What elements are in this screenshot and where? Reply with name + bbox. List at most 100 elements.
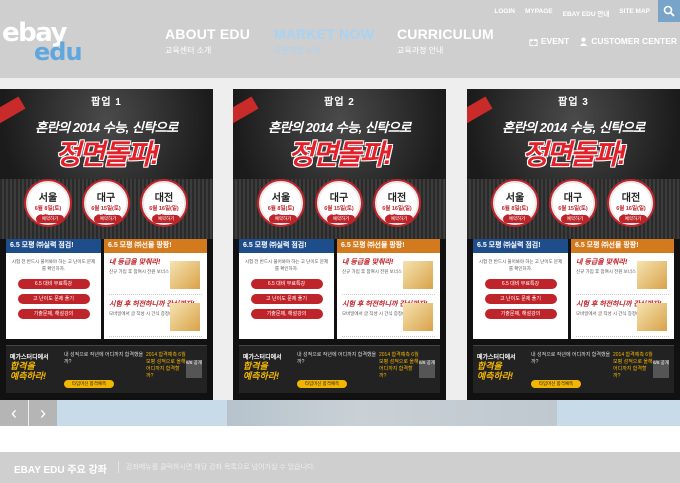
gift-box: 6.5 모평 ㈜선물 팡팡! 내 등급을 맞춰라! 신규 가입 후 참여시 전원… bbox=[571, 239, 674, 339]
gift-item[interactable]: 내 등급을 맞춰라! 신규 가입 후 참여시 전원 보너스 머니 2만원! bbox=[109, 257, 202, 295]
reserve-button[interactable]: 예약하기 bbox=[327, 215, 355, 223]
reserve-button[interactable]: 예약하기 bbox=[36, 215, 64, 223]
reserve-button[interactable]: 예약하기 bbox=[503, 215, 531, 223]
nav-curriculum[interactable]: CURRICULUM 교육과정 안내 bbox=[397, 26, 494, 56]
reserve-button[interactable]: 예약하기 bbox=[385, 215, 413, 223]
city-name: 대전 bbox=[387, 193, 407, 204]
city-name: 서울 bbox=[38, 193, 58, 204]
mypage-link[interactable]: MYPAGE bbox=[525, 8, 553, 18]
skill-check-text: 시험 전 반드시 풀어봐야 하는 고 난이도 문제를 확인하자. bbox=[244, 259, 329, 271]
city-name: 대전 bbox=[154, 193, 174, 204]
nav-subtitle: 교육센터 소개 bbox=[165, 46, 212, 55]
carousel-strip bbox=[57, 400, 680, 426]
snack-image bbox=[170, 303, 200, 331]
nav-title: CURRICULUM bbox=[397, 26, 494, 42]
gift-item[interactable]: 시험 후 허전하니까 간식까자! 모바일에서 글 작성 시 간식 증정! bbox=[576, 299, 669, 337]
gift-icon bbox=[529, 38, 538, 46]
poster-headline: 정면돌파! bbox=[522, 139, 626, 170]
skill-check-title: 6.5 모평 ㈜실력 점검! bbox=[239, 239, 334, 253]
free-lecture-button[interactable]: 6.5 대비 무료특강 bbox=[484, 278, 557, 289]
utility-links: LOGIN MYPAGE EBAY EDU 안내 SITE MAP bbox=[494, 8, 650, 18]
city-daegu: 대구 6월 15일(토) 오후 2시 예약하기 bbox=[317, 181, 361, 225]
gift-item[interactable]: 시험 후 허전하니까 간식까자! 모바일에서 글 작성 시 간식 증정! bbox=[342, 299, 435, 337]
login-link[interactable]: LOGIN bbox=[494, 8, 515, 18]
popup-1[interactable]: 팝업 1 혼란의 2014 수능, 신탁으로 정면돌파! 서울 6월 8일(토)… bbox=[0, 89, 213, 400]
reserve-button[interactable]: 예약하기 bbox=[152, 215, 180, 223]
reserve-button[interactable]: 예약하기 bbox=[94, 215, 122, 223]
prediction-headline: 합격을 예측하라! bbox=[477, 361, 514, 381]
divider bbox=[118, 461, 119, 473]
city-name: 대구 bbox=[96, 193, 116, 204]
megastudy-label: 메가스터디에서 bbox=[10, 355, 49, 361]
megastudy-label: 메가스터디에서 bbox=[477, 355, 516, 361]
search-icon bbox=[663, 5, 675, 17]
city-date: 6월 15일(토) bbox=[91, 206, 121, 212]
prediction-question: 내 성적으로 작년에 어디까지 합격했을까? bbox=[64, 352, 144, 365]
snack-image bbox=[403, 303, 433, 331]
hard-problems-button[interactable]: 고 난이도 문제 풀기 bbox=[484, 293, 557, 304]
site-header: ebay edu ABOUT EDU 교육센터 소개 MARKET NOW 오픈… bbox=[0, 0, 680, 78]
popup-label: 팝업 1 bbox=[91, 97, 122, 108]
skill-check-text: 시험 전 반드시 풀어봐야 하는 고 난이도 문제를 확인하자. bbox=[11, 259, 96, 271]
time-machine-button[interactable]: 타임머신 합격예측 bbox=[297, 380, 347, 388]
city-date: 6월 8일(토) bbox=[267, 206, 295, 212]
gift-image bbox=[637, 261, 667, 289]
prediction-banner: 메가스터디에서 합격을 예측하라! 내 성적으로 작년에 어디까지 합격했을까?… bbox=[6, 345, 207, 393]
reserve-button[interactable]: 예약하기 bbox=[269, 215, 297, 223]
nav-about-edu[interactable]: ABOUT EDU 교육센터 소개 bbox=[165, 26, 250, 56]
prediction-question: 내 성적으로 작년에 어디까지 합격했을까? bbox=[297, 352, 377, 365]
reserve-button[interactable]: 예약하기 bbox=[561, 215, 589, 223]
ebay-edu-logo[interactable]: ebay edu bbox=[0, 12, 83, 66]
past-exams-button[interactable]: 기출문제, 해설강의 bbox=[484, 308, 557, 319]
snack-image bbox=[637, 303, 667, 331]
city-date: 6월 16일(일) bbox=[149, 206, 179, 212]
city-name: 서울 bbox=[271, 193, 291, 204]
prediction-question: 내 성적으로 작년에 어디까지 합격했을까? bbox=[531, 352, 611, 365]
city-daegu: 대구 6월 15일(토) 오후 2시 예약하기 bbox=[551, 181, 595, 225]
gift-item[interactable]: 내 등급을 맞춰라! 신규 가입 후 참여시 전원 보너스 머니 2만원! bbox=[342, 257, 435, 295]
city-date: 6월 15일(토) bbox=[324, 206, 354, 212]
skill-check-box: 6.5 모평 ㈜실력 점검! 시험 전 반드시 풀어봐야 하는 고 난이도 문제… bbox=[473, 239, 568, 339]
carousel-next-button[interactable]: › bbox=[29, 400, 57, 426]
event-link[interactable]: EVENT bbox=[529, 36, 569, 46]
gift-box: 6.5 모평 ㈜선물 팡팡! 내 등급을 맞춰라! 신규 가입 후 참여시 전원… bbox=[104, 239, 207, 339]
reserve-button[interactable]: 예약하기 bbox=[619, 215, 647, 223]
search-button[interactable] bbox=[658, 0, 680, 22]
popup-label: 팝업 2 bbox=[324, 97, 355, 108]
city-date: 6월 16일(일) bbox=[616, 206, 646, 212]
gift-item[interactable]: 시험 후 허전하니까 간식까자! 모바일에서 글 작성 시 간식 증정! bbox=[109, 299, 202, 337]
popup-3[interactable]: 팝업 3 혼란의 2014 수능, 신탁으로 정면돌파! 서울 6월 8일(토)… bbox=[467, 89, 680, 400]
chevron-left-icon: ‹ bbox=[11, 402, 17, 423]
city-name: 대구 bbox=[563, 193, 583, 204]
city-daejeon: 대전 6월 16일(일) 오후 1시 예약하기 bbox=[609, 181, 653, 225]
gift-title: 6.5 모평 ㈜선물 팡팡! bbox=[337, 239, 440, 253]
sitemap-link[interactable]: SITE MAP bbox=[619, 8, 650, 18]
city-date: 6월 8일(토) bbox=[34, 206, 62, 212]
past-exams-button[interactable]: 기출문제, 해설강의 bbox=[17, 308, 90, 319]
poster-headline: 정면돌파! bbox=[288, 139, 392, 170]
time-machine-button[interactable]: 타임머신 합격예측 bbox=[64, 380, 114, 388]
ebay-edu-guide-link[interactable]: EBAY EDU 안내 bbox=[563, 8, 610, 18]
sub-links: EVENT CUSTOMER CENTER bbox=[529, 36, 677, 46]
past-exams-button[interactable]: 기출문제, 해설강의 bbox=[250, 308, 323, 319]
nav-market-now[interactable]: MARKET NOW 오픈마켓 소식 bbox=[274, 26, 374, 56]
gift-image bbox=[403, 261, 433, 289]
customer-center-link[interactable]: CUSTOMER CENTER bbox=[579, 36, 677, 46]
carousel-prev-button[interactable]: ‹ bbox=[0, 400, 28, 426]
poster-headline: 정면돌파! bbox=[55, 139, 159, 170]
gift-item[interactable]: 내 등급을 맞춰라! 신규 가입 후 참여시 전원 보너스 머니 2만원! bbox=[576, 257, 669, 295]
nav-title: MARKET NOW bbox=[274, 26, 374, 42]
free-lecture-button[interactable]: 6.5 대비 무료특강 bbox=[250, 278, 323, 289]
city-date: 6월 16일(일) bbox=[382, 206, 412, 212]
gift-image bbox=[170, 261, 200, 289]
free-lecture-button[interactable]: 6.5 대비 무료특강 bbox=[17, 278, 90, 289]
skill-check-box: 6.5 모평 ㈜실력 점검! 시험 전 반드시 풀어봐야 하는 고 난이도 문제… bbox=[6, 239, 101, 339]
hard-problems-button[interactable]: 고 난이도 문제 풀기 bbox=[250, 293, 323, 304]
prediction-2014: 2014 합격예측 6월 모평 성적으로 올해 어디까지 합격할까? bbox=[146, 352, 186, 379]
time-machine-button[interactable]: 타임머신 합격예측 bbox=[531, 380, 581, 388]
prediction-headline: 합격을 예측하라! bbox=[243, 361, 280, 381]
popup-2[interactable]: 팝업 2 혼란의 2014 수능, 신탁으로 정면돌파! 서울 6월 8일(토)… bbox=[233, 89, 446, 400]
gift-title: 6.5 모평 ㈜선물 팡팡! bbox=[104, 239, 207, 253]
city-name: 서울 bbox=[505, 193, 525, 204]
hard-problems-button[interactable]: 고 난이도 문제 풀기 bbox=[17, 293, 90, 304]
